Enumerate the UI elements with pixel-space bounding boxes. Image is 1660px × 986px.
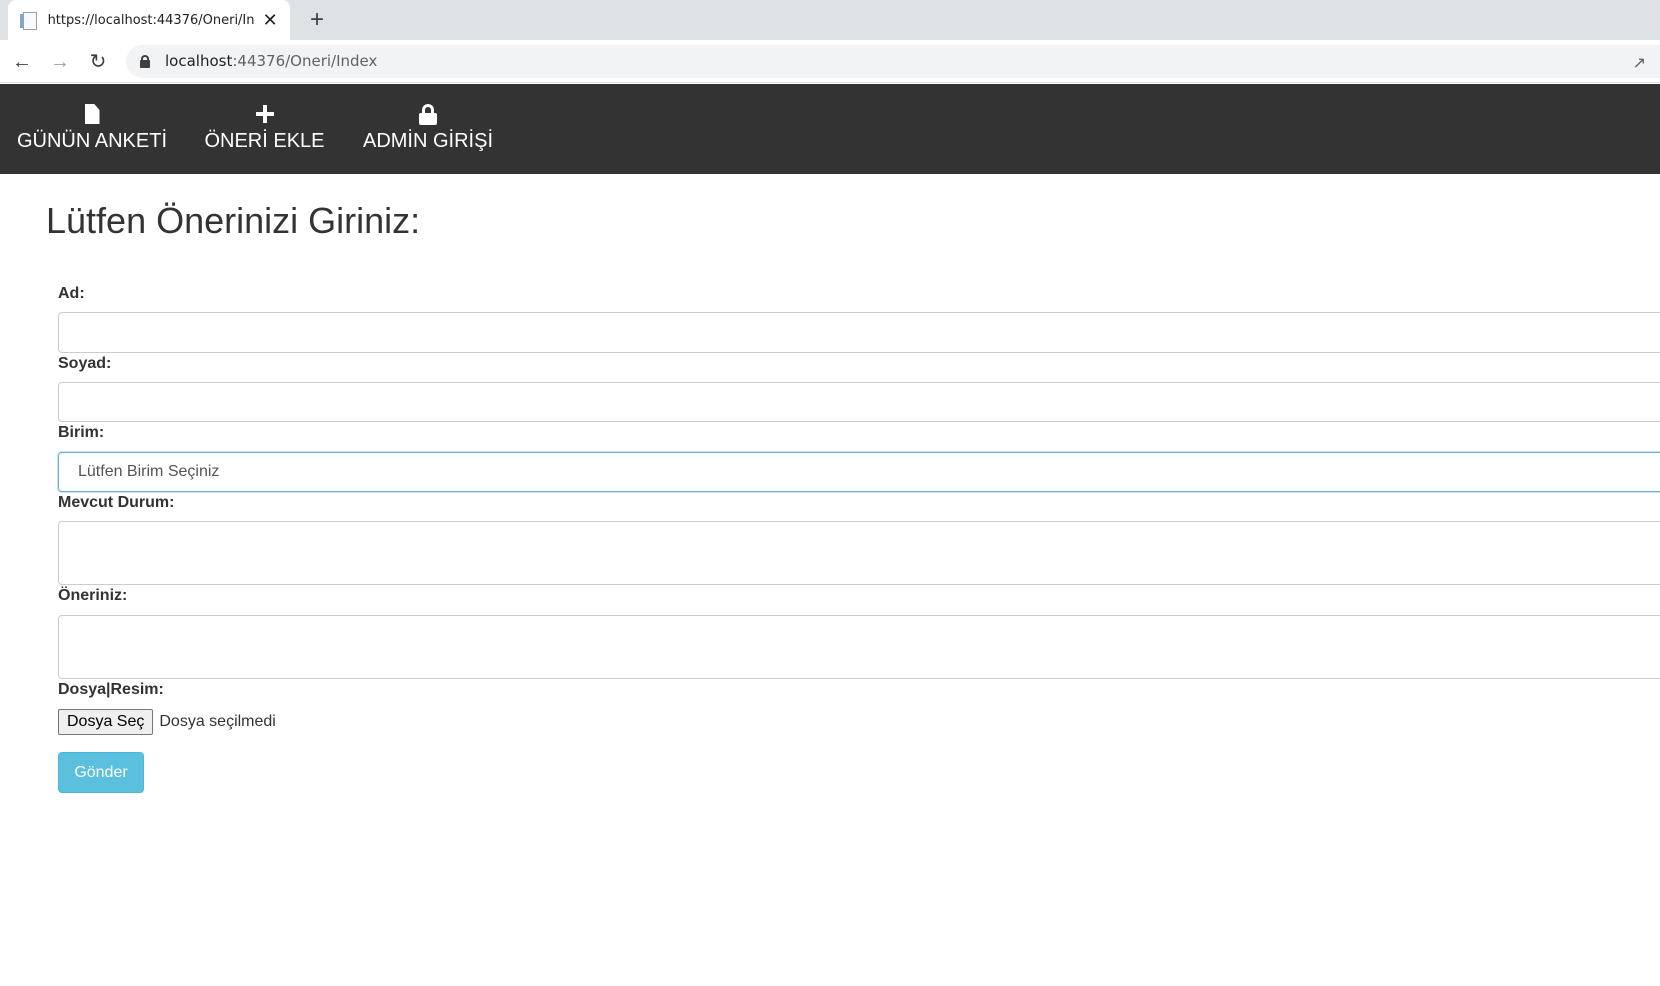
back-arrow-icon[interactable]: ← [8, 48, 36, 76]
ad-label: Ad: [58, 285, 85, 302]
plus-icon [255, 100, 274, 128]
url-path: :44376/Oneri/Index [232, 52, 378, 70]
mevcut-durum-label: Mevcut Durum: [58, 494, 175, 511]
file-status-text: Dosya seçilmedi [159, 713, 276, 730]
dosya-resim-label: Dosya|Resim: [58, 681, 164, 698]
lock-icon [419, 100, 437, 128]
ad-input[interactable] [58, 312, 1660, 353]
nav-item-label: GÜNÜN ANKETİ [16, 130, 168, 152]
oneriniz-label: Öneriniz: [58, 587, 128, 604]
app-navbar: GÜNÜN ANKETİ ÖNERİ EKLE ADMİN GİRİŞİ [0, 84, 1660, 174]
new-tab-button[interactable]: + [303, 6, 331, 34]
soyad-label: Soyad: [58, 355, 112, 372]
tab-title: https://localhost:44376/Oneri/Index [47, 12, 255, 28]
secure-lock-icon[interactable] [140, 55, 150, 68]
oneriniz-textarea[interactable] [58, 615, 1660, 679]
soyad-input[interactable] [58, 382, 1660, 422]
page-favicon-icon [20, 11, 38, 30]
browser-toolbar: ← → ↻ localhost:44376/Oneri/Index ↗ [0, 40, 1660, 83]
forward-arrow-icon[interactable]: → [46, 48, 74, 76]
submit-button[interactable]: Gönder [58, 752, 144, 793]
birim-label: Birim: [58, 424, 105, 441]
file-icon [84, 100, 100, 128]
mevcut-durum-textarea[interactable] [58, 521, 1660, 585]
reload-icon[interactable]: ↻ [84, 48, 112, 76]
browser-tab[interactable]: https://localhost:44376/Oneri/Index ✕ [8, 0, 290, 40]
share-icon[interactable]: ↗ [1633, 53, 1646, 73]
address-bar[interactable]: localhost:44376/Oneri/Index ↗ [126, 45, 1660, 78]
browser-tab-bar: https://localhost:44376/Oneri/Index ✕ + [0, 0, 1660, 40]
file-input: Dosya Seç Dosya seçilmedi [58, 709, 276, 735]
url-text[interactable]: localhost:44376/Oneri/Index [165, 52, 377, 70]
choose-file-button[interactable]: Dosya Seç [58, 709, 154, 735]
nav-item-oneri-ekle[interactable]: ÖNERİ EKLE [204, 84, 325, 174]
tab-close-icon[interactable]: ✕ [262, 11, 278, 29]
birim-select[interactable]: Lütfen Birim Seçiniz [58, 452, 1660, 492]
nav-item-admin-girisi[interactable]: ADMİN GİRİŞİ [362, 84, 494, 174]
page-title: Lütfen Önerinizi Giriniz: [46, 200, 421, 241]
nav-item-gunun-anketi[interactable]: GÜNÜN ANKETİ [16, 84, 168, 174]
nav-item-label: ADMİN GİRİŞİ [362, 130, 493, 152]
url-host: localhost [165, 52, 233, 70]
nav-item-label: ÖNERİ EKLE [204, 130, 325, 152]
